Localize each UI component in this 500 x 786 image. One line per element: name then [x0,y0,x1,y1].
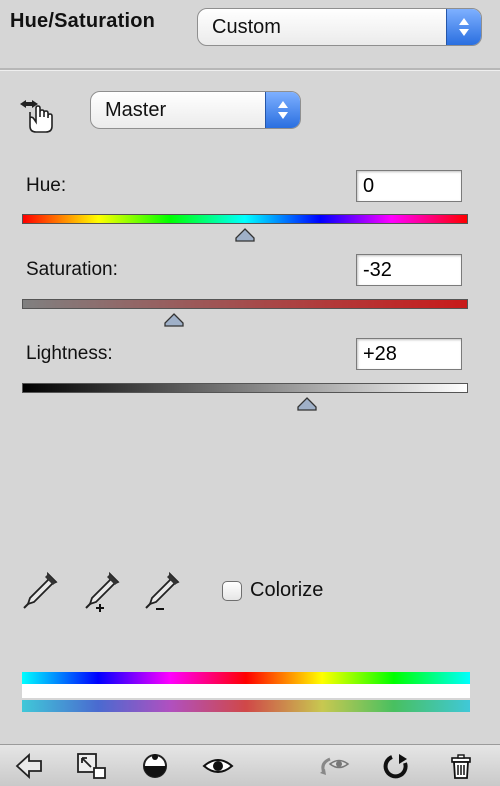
eyedropper-plus-icon[interactable] [80,570,122,614]
hue-slider-thumb[interactable] [234,228,256,242]
reset-icon[interactable] [381,751,411,781]
preset-value: Custom [212,15,281,38]
eyedropper-minus-icon[interactable] [140,570,182,614]
saturation-slider-thumb[interactable] [163,313,185,327]
saturation-slider-track[interactable] [22,299,468,309]
dropdown-arrows-icon [265,92,300,128]
source-color-spectrum [22,672,470,684]
lightness-label: Lightness: [26,343,113,364]
lightness-slider-thumb[interactable] [296,397,318,411]
hue-input[interactable] [356,170,462,202]
visibility-eye-icon[interactable] [202,751,234,781]
hue-slider-track[interactable] [22,214,468,224]
preset-dropdown[interactable]: Custom [197,8,482,46]
trash-icon[interactable] [446,751,476,781]
previous-state-icon[interactable] [316,751,350,781]
lightness-input[interactable] [356,338,462,370]
colorize-label: Colorize [250,579,324,601]
hue-label: Hue: [26,175,67,196]
lightness-slider-track[interactable] [22,383,468,393]
back-arrow-icon[interactable] [14,751,44,781]
colorize-checkbox[interactable] [222,581,242,601]
panel-title: Hue/Saturation [10,10,156,32]
channel-value: Master [105,98,167,121]
saturation-label: Saturation: [26,259,118,280]
dropdown-arrows-icon [446,9,481,45]
eyedropper-icon[interactable] [20,570,60,612]
saturation-input[interactable] [356,254,462,286]
hue-saturation-panel: Hue/Saturation Custom Master Hue: Satura… [0,0,500,786]
result-color-spectrum [22,700,470,712]
channel-dropdown[interactable]: Master [90,91,301,129]
clip-to-layer-icon[interactable] [76,751,106,781]
bottom-toolbar [0,744,500,786]
hand-scrubby-icon[interactable] [16,96,58,136]
layer-mask-icon[interactable] [140,751,170,781]
header-divider [0,68,500,71]
spectrum-range-area[interactable] [22,684,470,698]
